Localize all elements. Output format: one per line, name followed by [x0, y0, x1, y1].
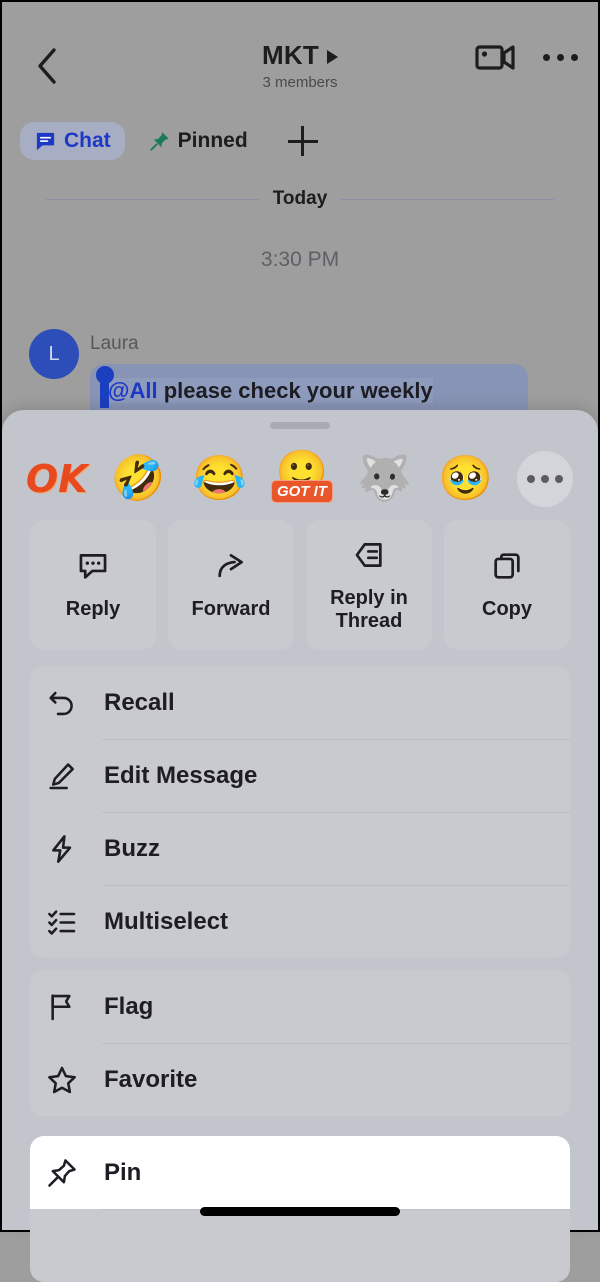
- member-count: 3 members: [262, 74, 338, 91]
- dot: [527, 475, 536, 483]
- menu-item-label: Recall: [104, 688, 175, 716]
- message-text-selection: @All please check your weekly: [108, 378, 433, 403]
- dot: [557, 53, 564, 61]
- menu-item-recall[interactable]: Recall: [30, 666, 570, 739]
- copy-button[interactable]: Copy: [444, 520, 570, 650]
- flag-icon: [42, 987, 82, 1027]
- day-divider-label: Today: [272, 188, 328, 209]
- tab-chat[interactable]: Chat: [20, 122, 125, 160]
- forward-label: Forward: [191, 598, 271, 620]
- wolf-emoji[interactable]: 🐺: [354, 449, 414, 509]
- reply-label: Reply: [65, 598, 121, 620]
- mention-all: @All: [108, 378, 158, 403]
- message-action-sheet: OK 🤣 😂 🙂 GOT IT 🐺 🥹 Reply Forward Reply …: [2, 410, 598, 1282]
- star-icon: [42, 1060, 82, 1100]
- pin-icon: [42, 1153, 82, 1193]
- pin-icon: [149, 130, 171, 152]
- reply-in-thread-icon: [352, 538, 386, 577]
- menu-item-label: Edit Message: [104, 761, 258, 789]
- menu-item-edit-message[interactable]: Edit Message: [30, 739, 570, 812]
- tab-pinned-label: Pinned: [177, 129, 248, 152]
- drag-handle[interactable]: [270, 422, 330, 429]
- more-reactions-button[interactable]: [517, 451, 574, 507]
- caret-right-icon: [326, 49, 338, 64]
- message-body: please check your weekly: [157, 378, 433, 403]
- home-indicator: [200, 1207, 400, 1216]
- pleading-face-emoji[interactable]: 🥹: [436, 449, 496, 509]
- laughing-crying-emoji[interactable]: 🤣: [108, 449, 168, 509]
- day-divider: Today: [46, 188, 555, 210]
- menu-item-flag[interactable]: Flag: [30, 970, 570, 1043]
- reply-in-thread-label: Reply in Thread: [330, 586, 408, 632]
- message-sender: Laura: [90, 333, 139, 354]
- reaction-picker: OK 🤣 😂 🙂 GOT IT 🐺 🥹: [2, 444, 598, 514]
- menu-item-label: Multiselect: [104, 907, 229, 935]
- dot: [543, 53, 550, 61]
- menu-group-secondary: Flag Favorite: [30, 970, 570, 1116]
- add-tab-button[interactable]: [280, 118, 326, 164]
- menu-item-buzz[interactable]: Buzz: [30, 812, 570, 885]
- menu-group-primary: Recall Edit Message Buzz Multiselect: [30, 666, 570, 958]
- menu-item-pin[interactable]: Pin: [30, 1136, 570, 1209]
- menu-item-multiselect[interactable]: Multiselect: [30, 885, 570, 958]
- divider-line-right: [341, 198, 555, 200]
- menu-item-partial-next[interactable]: [30, 1209, 570, 1282]
- dot: [555, 475, 564, 483]
- menu-item-label: Flag: [104, 992, 154, 1020]
- got-it-label: GOT IT: [270, 480, 333, 503]
- forward-arrow-icon: [214, 549, 248, 588]
- page-title: MKT: [262, 40, 319, 70]
- more-horizontal-icon[interactable]: [543, 53, 578, 61]
- quick-actions-row: Reply Forward Reply in Thread Copy: [30, 520, 570, 650]
- text-cursor: [100, 370, 109, 408]
- menu-item-label: Favorite: [104, 1065, 198, 1093]
- got-it-emoji[interactable]: 🙂 GOT IT: [270, 449, 333, 509]
- undo-arrow-icon: [42, 683, 82, 723]
- video-camera-icon[interactable]: [475, 42, 517, 72]
- ok-emoji[interactable]: OK: [26, 449, 88, 509]
- menu-item-favorite[interactable]: Favorite: [30, 1043, 570, 1116]
- menu-item-label: Buzz: [104, 834, 160, 862]
- reply-button[interactable]: Reply: [30, 520, 156, 650]
- pencil-icon: [42, 756, 82, 796]
- chat-bubble-icon: [34, 130, 57, 153]
- tears-of-joy-emoji[interactable]: 😂: [190, 449, 250, 509]
- chat-header: MKT 3 members: [2, 2, 598, 107]
- menu-item-label: Pin: [104, 1158, 142, 1186]
- reply-bubble-icon: [76, 549, 110, 588]
- copy-icon: [490, 549, 524, 588]
- dot: [541, 475, 550, 483]
- lightning-bolt-icon: [42, 829, 82, 869]
- avatar: L: [29, 329, 79, 379]
- reply-in-thread-button[interactable]: Reply in Thread: [306, 520, 432, 650]
- copy-label: Copy: [482, 598, 532, 620]
- dot: [571, 53, 578, 61]
- header-actions: [475, 42, 578, 72]
- divider-line-left: [46, 198, 259, 200]
- checklist-icon: [42, 902, 82, 942]
- tab-chat-label: Chat: [64, 129, 111, 152]
- message-timestamp: 3:30 PM: [260, 248, 340, 271]
- forward-button[interactable]: Forward: [168, 520, 294, 650]
- tab-pinned[interactable]: Pinned: [135, 122, 262, 160]
- tab-bar: Chat Pinned: [20, 118, 326, 164]
